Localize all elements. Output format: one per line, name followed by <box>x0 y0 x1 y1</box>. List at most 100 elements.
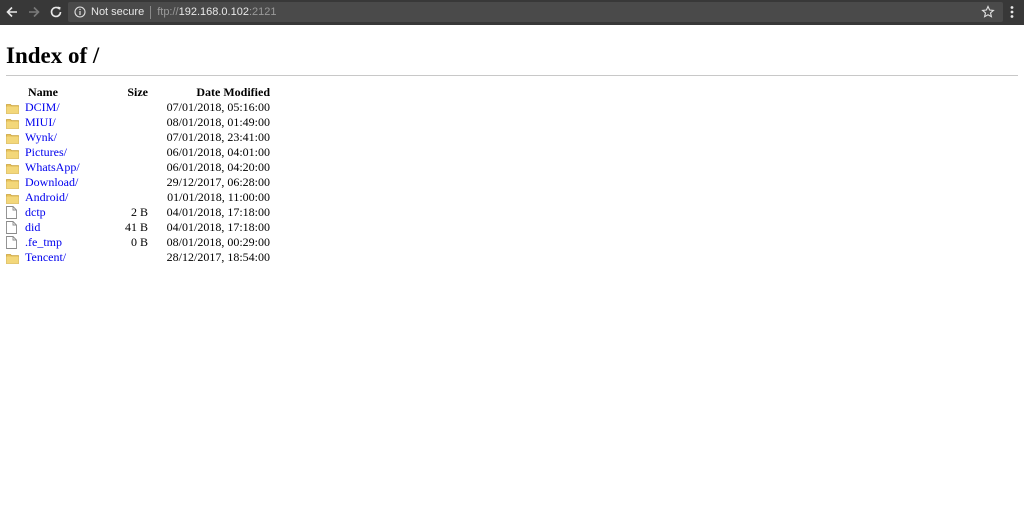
row-date-cell: 08/01/2018, 01:49:00 <box>166 115 270 129</box>
row-icon-cell <box>6 160 25 175</box>
row-date-cell: 01/01/2018, 11:00:00 <box>167 190 270 204</box>
row-size-cell <box>90 160 148 175</box>
table-row: dctp 2 B 04/01/2018, 17:18:00 <box>6 205 270 220</box>
url-text[interactable]: ftp://192.168.0.102:2121 <box>157 6 276 18</box>
row-date-cell: 28/12/2017, 18:54:00 <box>166 250 270 264</box>
row-name-cell: Wynk/ <box>25 130 90 145</box>
file-link[interactable]: WhatsApp/ <box>25 160 80 174</box>
file-link[interactable]: .fe_tmp <box>25 235 62 249</box>
reload-button[interactable] <box>48 4 64 20</box>
kebab-menu-icon <box>1010 6 1014 18</box>
row-size-cell <box>90 100 148 115</box>
file-listing-table: Name Size Date Modified DCIM/07/01/2018,… <box>6 85 270 265</box>
row-name-cell: DCIM/ <box>25 100 90 115</box>
folder-icon <box>6 160 25 175</box>
row-size-cell <box>90 145 148 160</box>
forward-button[interactable] <box>26 4 42 20</box>
file-link[interactable]: MIUI/ <box>25 115 56 129</box>
browser-toolbar: Not secure ftp://192.168.0.102:2121 <box>0 0 1024 25</box>
file-link[interactable]: Android/ <box>25 190 68 204</box>
forward-arrow-icon <box>29 6 40 18</box>
row-name-cell: Tencent/ <box>25 250 90 265</box>
row-size-cell <box>90 115 148 130</box>
table-row: Download/29/12/2017, 06:28:00 <box>6 175 270 190</box>
url-scheme: ftp:// <box>157 6 179 18</box>
address-bar[interactable]: Not secure ftp://192.168.0.102:2121 <box>68 2 1003 22</box>
header-icon-cell <box>6 85 25 100</box>
page-content: Index of / Name Size Date Modified DCIM/… <box>6 42 1018 264</box>
row-date-cell: 29/12/2017, 06:28:00 <box>166 175 270 189</box>
bookmark-star-icon[interactable] <box>981 5 995 19</box>
row-date-cell: 04/01/2018, 17:18:00 <box>166 205 270 219</box>
row-icon-cell <box>6 220 25 235</box>
row-icon-cell <box>6 115 25 130</box>
table-row: WhatsApp/06/01/2018, 04:20:00 <box>6 160 270 175</box>
folder-icon <box>6 250 25 265</box>
row-icon-cell <box>6 130 25 145</box>
file-link[interactable]: Pictures/ <box>25 145 67 159</box>
security-status[interactable]: Not secure <box>91 6 144 18</box>
table-row: did 41 B 04/01/2018, 17:18:00 <box>6 220 270 235</box>
back-button[interactable] <box>4 4 20 20</box>
column-header-date[interactable]: Date Modified <box>148 85 270 100</box>
folder-icon <box>6 190 25 205</box>
file-link[interactable]: Download/ <box>25 175 78 189</box>
row-size-cell <box>90 175 148 190</box>
file-link[interactable]: Tencent/ <box>25 250 66 264</box>
file-icon <box>6 235 25 250</box>
row-size-cell <box>90 130 148 145</box>
table-header-row: Name Size Date Modified <box>6 85 270 100</box>
row-name-cell: Pictures/ <box>25 145 90 160</box>
file-link[interactable]: Wynk/ <box>25 130 57 144</box>
table-row: MIUI/08/01/2018, 01:49:00 <box>6 115 270 130</box>
file-link[interactable]: dctp <box>25 205 46 219</box>
info-icon[interactable] <box>74 6 86 18</box>
row-size-cell: 0 B <box>130 235 148 249</box>
folder-icon <box>6 100 25 115</box>
row-name-cell: dctp <box>25 205 90 220</box>
folder-icon <box>6 175 25 190</box>
row-name-cell: WhatsApp/ <box>25 160 90 175</box>
column-header-name[interactable]: Name <box>25 85 90 100</box>
row-date-cell: 06/01/2018, 04:20:00 <box>166 160 270 174</box>
row-icon-cell <box>6 205 25 220</box>
row-size-cell <box>90 190 148 205</box>
url-port: :2121 <box>248 6 277 18</box>
back-arrow-icon <box>6 6 17 18</box>
row-date-cell: 08/01/2018, 00:29:00 <box>166 235 270 249</box>
url-host: 192.168.0.102 <box>178 6 249 18</box>
row-size-cell <box>90 250 148 265</box>
row-name-cell: Android/ <box>25 190 90 205</box>
row-icon-cell <box>6 235 25 250</box>
folder-icon <box>6 145 25 160</box>
title-divider <box>6 75 1018 76</box>
row-date-cell: 06/01/2018, 04:01:00 <box>166 145 270 159</box>
row-icon-cell <box>6 175 25 190</box>
table-row: Wynk/07/01/2018, 23:41:00 <box>6 130 270 145</box>
column-header-size[interactable]: Size <box>90 85 148 100</box>
file-link[interactable]: DCIM/ <box>25 100 60 114</box>
table-row: Pictures/06/01/2018, 04:01:00 <box>6 145 270 160</box>
file-icon <box>6 205 25 220</box>
row-size-cell: 2 B <box>130 205 148 219</box>
row-icon-cell <box>6 145 25 160</box>
file-rows: DCIM/07/01/2018, 05:16:00 MIUI/08/01/2018… <box>6 100 270 265</box>
row-icon-cell <box>6 190 25 205</box>
table-row: Android/01/01/2018, 11:00:00 <box>6 190 270 205</box>
omnibox-divider <box>150 5 152 19</box>
row-icon-cell <box>6 250 25 265</box>
row-name-cell: Download/ <box>25 175 90 190</box>
page-title: Index of / <box>6 43 100 68</box>
reload-icon <box>50 6 62 18</box>
row-name-cell: did <box>25 220 90 235</box>
row-date-cell: 07/01/2018, 23:41:00 <box>166 130 270 144</box>
row-size-cell: 41 B <box>124 220 148 234</box>
folder-icon <box>6 130 25 145</box>
table-row: Tencent/28/12/2017, 18:54:00 <box>6 250 270 265</box>
file-link[interactable]: did <box>25 220 40 234</box>
row-date-cell: 07/01/2018, 05:16:00 <box>166 100 270 114</box>
file-icon <box>6 220 25 235</box>
row-date-cell: 04/01/2018, 17:18:00 <box>166 220 270 234</box>
row-icon-cell <box>6 100 25 115</box>
browser-menu-button[interactable] <box>1007 4 1017 20</box>
